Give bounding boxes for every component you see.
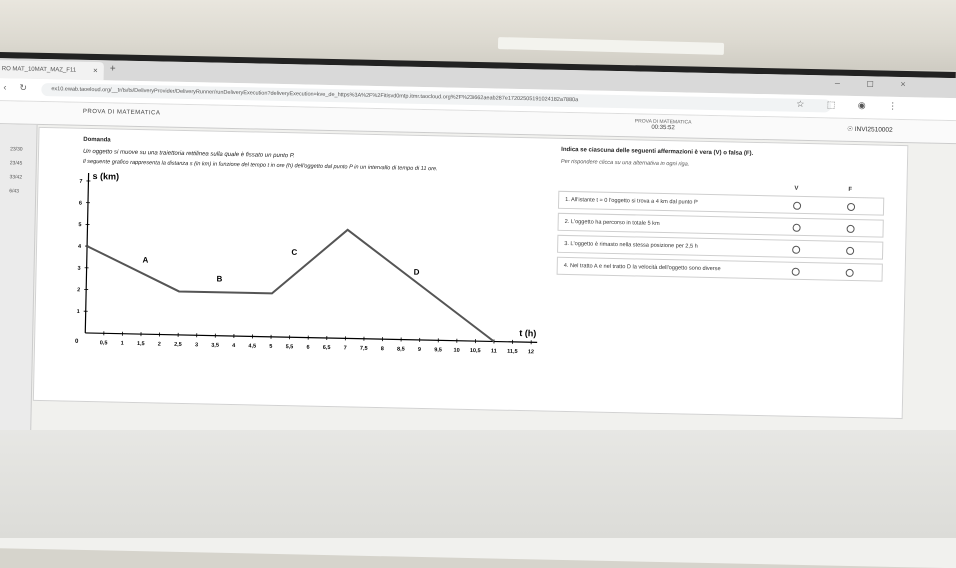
- origin-label: 0: [75, 339, 79, 345]
- statement-row: 1. All'istante t = 0 l'oggetto si trova …: [558, 191, 884, 216]
- back-icon[interactable]: ‹: [3, 82, 6, 92]
- exam-timer: 00:35:52: [635, 124, 692, 131]
- y-tick-label: 6: [79, 200, 82, 206]
- statement-row: 2. L'oggetto ha percorso in totale 5 km: [558, 213, 884, 238]
- browser-toolbar-icons[interactable]: ☆ ⬚ ◉ ⋮: [796, 99, 907, 112]
- question-sidebar: 23/30 23/45 33/42 6/43: [0, 124, 38, 455]
- y-axis: [85, 173, 88, 333]
- y-tick-label: 3: [77, 266, 80, 272]
- question-title: Domanda: [83, 137, 110, 144]
- segment-label: C: [291, 248, 297, 257]
- statement-text: 1. All'istante t = 0 l'oggetto si trova …: [565, 197, 698, 206]
- distance-line: [85, 224, 496, 341]
- question-panel: Domanda Un oggetto si muove su una traie…: [33, 127, 909, 419]
- sidebar-item[interactable]: 23/45: [10, 160, 23, 166]
- column-header-false: F: [848, 187, 852, 193]
- x-tick-label: 9: [418, 347, 421, 353]
- statement-row: 3. L'oggetto è rimasto nella stessa posi…: [557, 235, 883, 260]
- x-tick-label: 2: [158, 341, 161, 347]
- radio-true[interactable]: [793, 224, 801, 232]
- statement-text: 4. Nel tratto A e nel tratto D la veloci…: [564, 263, 721, 272]
- x-axis: [85, 333, 537, 342]
- x-tick-label: 8,5: [397, 346, 405, 352]
- exam-title: PROVA DI MATEMATICA: [83, 109, 161, 117]
- column-header-true: V: [794, 186, 798, 192]
- x-tick-label: 10,5: [470, 348, 481, 354]
- user-label: INVI2510002: [855, 126, 893, 134]
- y-tick-label: 7: [79, 179, 82, 185]
- instruction-title: Indica se ciascuna delle seguenti afferm…: [561, 147, 753, 157]
- x-tick-label: 12: [528, 349, 534, 355]
- x-tick-label: 2,5: [174, 342, 182, 348]
- x-tick-label: 1: [121, 341, 124, 347]
- desk-surface: [0, 430, 956, 538]
- x-axis-label: t (h): [519, 328, 536, 338]
- x-tick-label: 11,5: [507, 349, 518, 355]
- x-tick-label: 1,5: [137, 341, 145, 347]
- statement-text: 2. L'oggetto ha percorso in totale 5 km: [565, 219, 660, 227]
- radio-true[interactable]: [792, 246, 800, 254]
- x-tick-label: 8: [381, 346, 384, 352]
- radio-true[interactable]: [792, 268, 800, 276]
- x-tick-label: 3: [195, 342, 198, 348]
- window-controls[interactable]: – ◻ ×: [835, 78, 918, 91]
- x-tick-label: 9,5: [434, 347, 442, 353]
- statement-text: 3. L'oggetto è rimasto nella stessa posi…: [564, 241, 698, 250]
- tab-close-icon[interactable]: ×: [93, 62, 98, 80]
- statement-row: 4. Nel tratto A e nel tratto D la veloci…: [557, 257, 883, 282]
- radio-false[interactable]: [847, 225, 855, 233]
- segment-label: D: [414, 268, 420, 277]
- x-tick-label: 11: [491, 348, 497, 354]
- y-tick-label: 2: [77, 287, 80, 293]
- x-tick-label: 6,5: [323, 345, 331, 351]
- x-tick-label: 3,5: [211, 343, 219, 349]
- browser-tab[interactable]: RO MAT_10MAT_MAZ_F11 ×: [0, 60, 104, 80]
- y-tick-label: 5: [78, 222, 81, 228]
- sidebar-item[interactable]: 23/30: [10, 146, 23, 152]
- sidebar-item[interactable]: 6/43: [9, 188, 19, 194]
- y-axis-label: s (km): [92, 171, 119, 182]
- distance-time-chart: s (km)t (h)00,511,522,533,544,555,566,57…: [51, 166, 559, 373]
- x-tick-label: 6: [306, 345, 309, 351]
- sidebar-item[interactable]: 33/42: [9, 174, 22, 180]
- x-tick-label: 7: [344, 345, 347, 351]
- x-tick-label: 0,5: [100, 340, 108, 346]
- x-tick-label: 4,5: [248, 343, 256, 349]
- question-text: Un oggetto si muove su una traiettoria r…: [83, 149, 295, 159]
- x-tick-label: 10: [454, 348, 460, 354]
- new-tab-icon[interactable]: +: [110, 63, 116, 74]
- x-tick-label: 5,5: [286, 344, 294, 350]
- exam-center-title: PROVA DI MATEMATICA 00:35:52: [635, 118, 692, 131]
- radio-false[interactable]: [847, 203, 855, 211]
- segment-label: B: [216, 274, 222, 283]
- radio-true[interactable]: [793, 202, 801, 210]
- x-tick-label: 4: [232, 343, 236, 349]
- segment-label: A: [142, 255, 148, 264]
- tab-title: RO MAT_10MAT_MAZ_F11: [2, 66, 76, 74]
- reload-icon[interactable]: ↻: [19, 82, 27, 93]
- radio-false[interactable]: [846, 269, 854, 277]
- radio-false[interactable]: [846, 247, 854, 255]
- y-tick-label: 4: [78, 244, 82, 250]
- x-tick-label: 5: [269, 344, 272, 350]
- user-id[interactable]: ☉ INVI2510002: [847, 125, 893, 134]
- y-tick-label: 1: [77, 309, 80, 315]
- instruction-subtitle: Per rispondere clicca su una alternativa…: [561, 159, 690, 168]
- x-tick-label: 7,5: [360, 346, 368, 352]
